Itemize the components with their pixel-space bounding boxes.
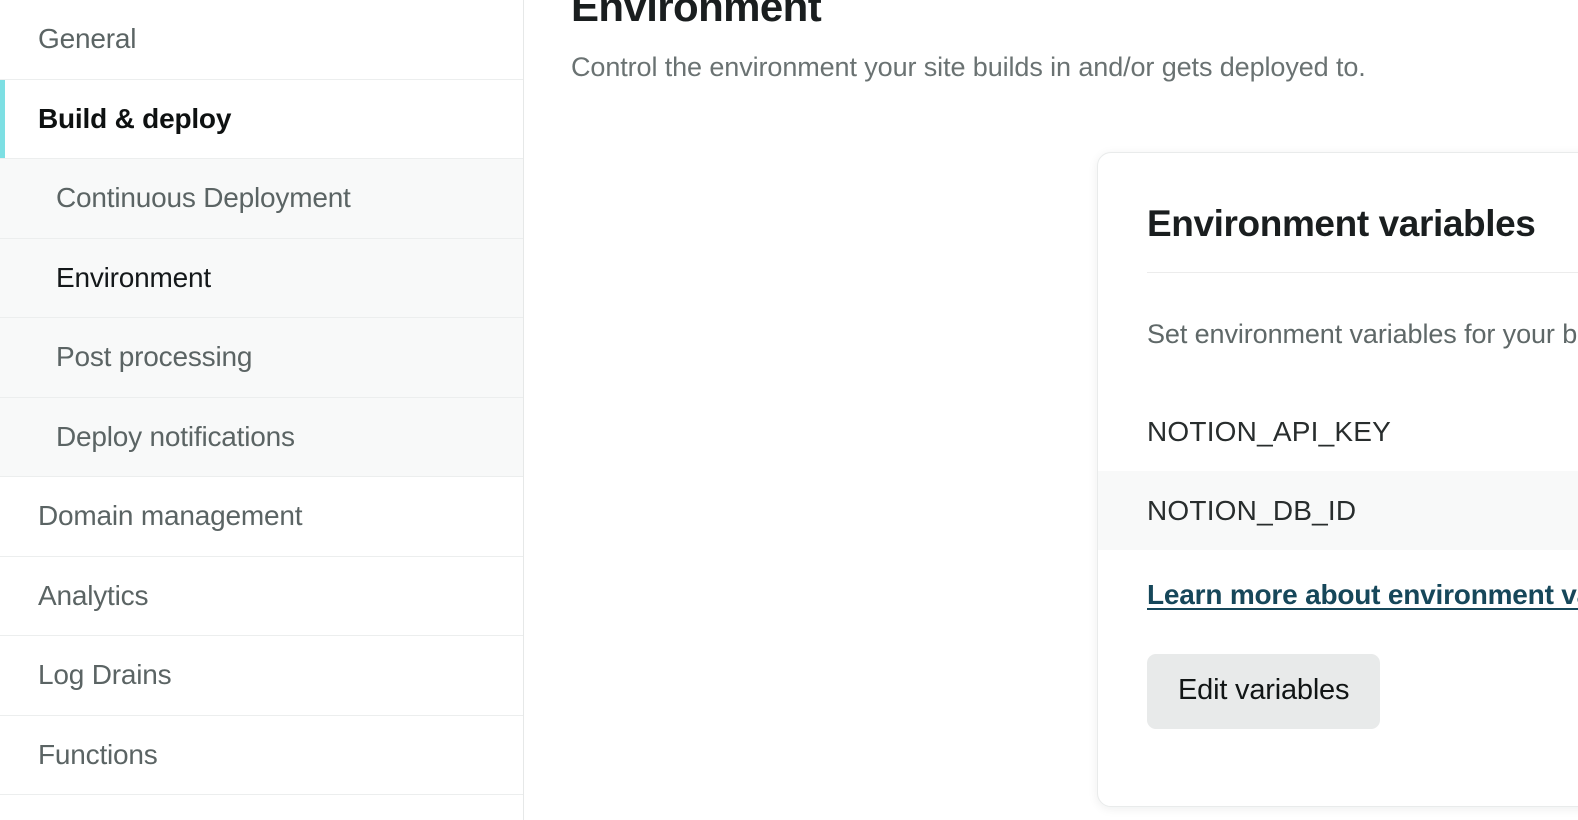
sidebar-item-label: Environment [56,261,211,293]
sidebar-item-environment[interactable]: Environment [0,238,523,318]
main-content: Environment Control the environment your… [524,0,1578,820]
sidebar-item-label: Analytics [38,579,149,611]
sidebar-item-continuous-deployment[interactable]: Continuous Deployment [0,159,523,239]
sidebar-item-deploy-notifications[interactable]: Deploy notifications [0,397,523,477]
table-row[interactable]: NOTION_DB_ID [1098,471,1578,550]
sidebar-item-label: Continuous Deployment [56,182,351,214]
variable-key: NOTION_API_KEY [1147,415,1391,447]
docs-link-label: Learn more about environment variables i… [1147,579,1578,610]
docs-link-container: Learn more about environment variables i… [1098,550,1578,611]
sidebar-item-analytics[interactable]: Analytics [0,556,523,636]
environment-variables-card: Environment variables Set environment va… [1097,152,1578,807]
edit-button-container: Edit variables [1098,611,1578,729]
variable-key: NOTION_DB_ID [1147,494,1357,526]
sidebar-item-next-partial[interactable] [0,795,523,820]
sidebar-item-label: Functions [38,738,158,770]
card-title: Environment variables [1147,203,1536,244]
card-description: Set environment variables for your build… [1147,319,1578,349]
sidebar-item-label: Deploy notifications [56,420,295,452]
sidebar-item-label: Domain management [38,500,303,532]
sidebar-item-label: General [38,23,137,55]
sidebar-item-post-processing[interactable]: Post processing [0,318,523,398]
environment-variables-table: NOTION_API_KEY NOTION_DB_ID [1098,392,1578,550]
settings-sidebar: General Build & deploy Continuous Deploy… [0,0,524,820]
sidebar-item-label: Log Drains [38,659,172,691]
table-row[interactable]: NOTION_API_KEY [1098,392,1578,471]
sidebar-item-general[interactable]: General [0,0,523,80]
sidebar-item-label: Build & deploy [38,102,232,134]
page-subtitle: Control the environment your site builds… [571,52,1366,82]
learn-more-docs-link[interactable]: Learn more about environment variables i… [1147,579,1578,611]
sidebar-item-log-drains[interactable]: Log Drains [0,636,523,716]
sidebar-item-functions[interactable]: Functions [0,715,523,795]
sidebar-item-domain-management[interactable]: Domain management [0,477,523,557]
page-title: Environment [571,0,822,30]
edit-variables-button[interactable]: Edit variables [1147,654,1381,729]
settings-page: General Build & deploy Continuous Deploy… [0,0,1578,820]
sidebar-item-label: Post processing [56,341,253,373]
sidebar-item-build-and-deploy[interactable]: Build & deploy [0,79,523,159]
